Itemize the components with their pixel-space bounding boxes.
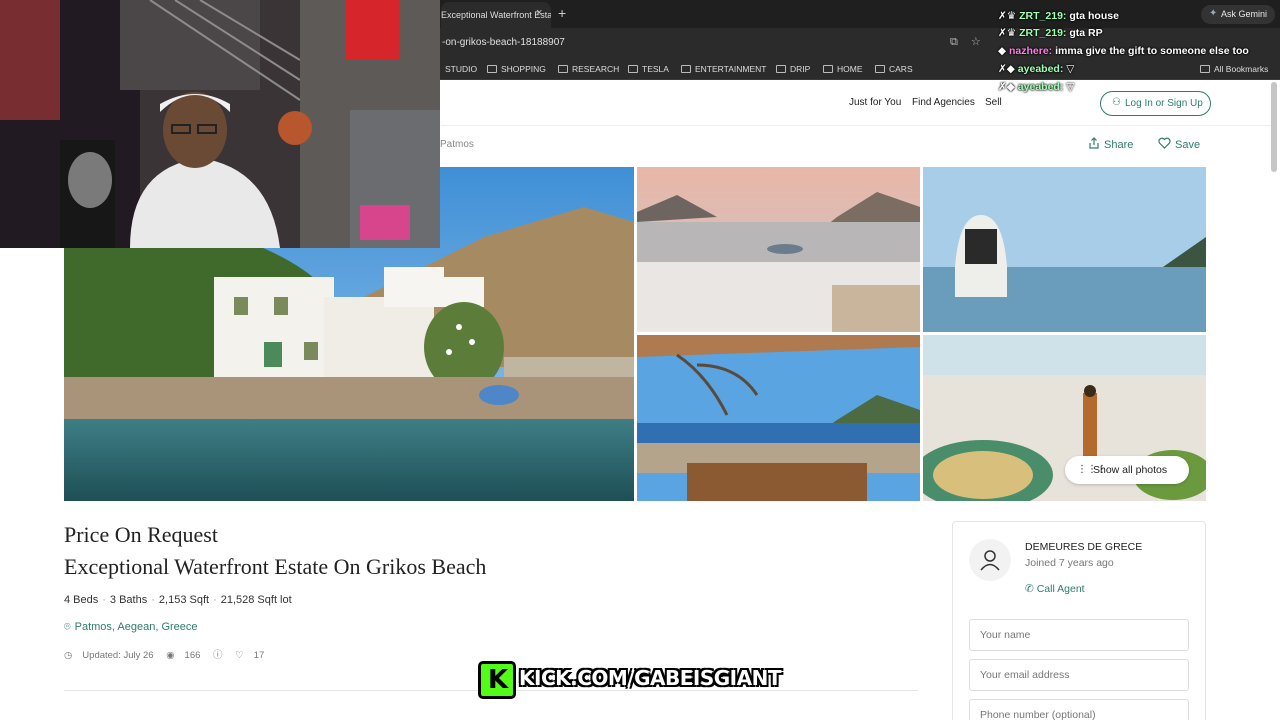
chat-username: ZRT_219: — [1019, 10, 1067, 22]
heart-icon — [1158, 137, 1171, 149]
chat-text: gta RP — [1069, 27, 1103, 39]
badge-icon: ✗◆ — [998, 81, 1018, 93]
baths: 3 Baths — [109, 594, 148, 606]
folder-icon — [558, 65, 568, 73]
kick-watermark: K KICK.COM/GABEISGIANT — [474, 657, 782, 703]
folder-icon — [875, 65, 885, 73]
like-count: 17 — [253, 650, 265, 661]
heart-icon: ♡ — [235, 650, 244, 661]
view-count: 166 — [184, 650, 201, 661]
nav-find-agencies[interactable]: Find Agencies — [912, 97, 975, 108]
folder-icon — [776, 65, 786, 73]
badge-icon: ◆ — [998, 45, 1009, 57]
share-icon — [1089, 137, 1099, 149]
chat-username: ayeabed: — [1017, 63, 1064, 75]
listing-price: Price On Request — [64, 522, 218, 547]
webcam-overlay — [0, 0, 440, 248]
listing-location-link[interactable]: ⌾ Patmos, Aegean, Greece — [64, 621, 198, 634]
tab-title: Exceptional Waterfront Esta — [441, 10, 551, 20]
chat-message: ✗♛ ZRT_219: gta house — [998, 10, 1119, 22]
kick-url-text: KICK.COM/GABEISGIANT — [519, 666, 781, 690]
breadcrumb[interactable]: Patmos — [440, 139, 474, 150]
bookmark-cars[interactable]: CARS — [875, 64, 913, 74]
grid-icon: ⋮⋮⋮ — [1077, 464, 1107, 475]
separator: · — [102, 594, 106, 606]
email-input[interactable]: Your email address — [969, 659, 1189, 691]
nav-just-for-you[interactable]: Just for You — [849, 97, 901, 108]
photo-terrace[interactable] — [637, 335, 920, 501]
header-divider — [441, 125, 1271, 126]
install-app-icon[interactable]: ⧉ — [950, 36, 958, 48]
chat-message: ✗◆ ayeabed: ▽ — [998, 63, 1074, 75]
badge-icon: ✗♛ — [998, 27, 1020, 39]
bookmark-entertainment[interactable]: ENTERTAINMENT — [681, 64, 766, 74]
close-tab-icon[interactable]: × — [536, 7, 542, 19]
show-all-photos-button[interactable]: ⋮⋮⋮ Show all photos — [1065, 456, 1189, 484]
clock-icon: ◷ — [64, 650, 73, 661]
folder-icon — [487, 65, 497, 73]
emote-icon: ▽ — [1066, 63, 1075, 75]
photo-sea-view[interactable] — [923, 167, 1206, 332]
chat-username: ZRT_219: — [1019, 27, 1067, 39]
bookmark-star-icon[interactable]: ☆ — [971, 36, 981, 48]
share-label: Share — [1104, 139, 1134, 151]
bookmark-research[interactable]: RESEARCH — [558, 64, 619, 74]
listing-title: Exceptional Waterfront Estate On Grikos … — [64, 554, 487, 579]
listing-meta: ◷ Updated: July 26 ◉ 166 ⓘ ♡ 17 — [64, 647, 274, 661]
chat-text: imma give the gift to someone else too — [1055, 45, 1249, 57]
bookmark-tesla[interactable]: TESLA — [628, 64, 669, 74]
kick-logo-icon: K — [478, 661, 516, 699]
address-bar-actions: ⧉ ☆ — [950, 35, 991, 49]
map-pin-icon: ⌾ — [64, 621, 71, 633]
folder-icon — [628, 65, 638, 73]
bookmark-home[interactable]: HOME — [823, 64, 863, 74]
save-button[interactable]: Save — [1158, 137, 1200, 151]
share-button[interactable]: Share — [1088, 137, 1133, 151]
chat-message: ✗◆ ayeabed: ▽ — [998, 81, 1074, 93]
new-tab-icon[interactable]: + — [558, 5, 566, 21]
emote-icon: ▽ — [1066, 81, 1075, 93]
phone-icon: ✆ — [1025, 583, 1037, 595]
agent-avatar — [969, 539, 1011, 581]
lot-size: 21,528 Sqft lot — [220, 594, 292, 606]
sqft: 2,153 Sqft — [158, 594, 210, 606]
agency-joined: Joined 7 years ago — [1025, 557, 1114, 569]
bookmark-studio[interactable]: STUDIO — [445, 64, 477, 74]
chat-message: ◆ nazhere: imma give the gift to someone… — [998, 45, 1249, 57]
user-icon — [980, 550, 1000, 571]
chat-message: ✗♛ ZRT_219: gta RP — [998, 27, 1103, 39]
screen: Exceptional Waterfront Esta × + ✦ Ask Ge… — [0, 0, 1280, 720]
call-agent-button[interactable]: ✆ Call Agent — [1025, 583, 1085, 595]
beds: 4 Beds — [64, 594, 99, 606]
name-input[interactable]: Your name — [969, 619, 1189, 651]
url-input[interactable]: -on-grikos-beach-18188907 — [442, 37, 565, 48]
badge-icon: ✗♛ — [998, 10, 1020, 22]
location-label: Patmos, Aegean, Greece — [74, 621, 198, 633]
folder-icon — [681, 65, 691, 73]
listing-facts: 4 Beds · 3 Baths · 2,153 Sqft · 21,528 Sqft lo… — [64, 594, 292, 606]
chat-username: nazhere: — [1009, 45, 1053, 57]
updated-date: Updated: July 26 — [82, 650, 154, 661]
photo-beach-sunset[interactable] — [637, 167, 920, 332]
phone-input[interactable]: Phone number (optional) — [969, 699, 1189, 720]
eye-icon: ◉ — [166, 650, 175, 661]
chat-text: gta house — [1069, 10, 1119, 22]
bookmark-drip[interactable]: DRIP — [776, 64, 810, 74]
stream-chat-overlay: ✗♛ ZRT_219: gta house ✗♛ ZRT_219: gta RP… — [998, 0, 1280, 115]
agency-name[interactable]: DEMEURES DE GRECE — [1025, 541, 1142, 553]
separator: · — [151, 594, 155, 606]
browser-tab[interactable]: Exceptional Waterfront Esta — [441, 2, 551, 28]
info-icon[interactable]: ⓘ — [213, 650, 223, 661]
badge-icon: ✗◆ — [998, 63, 1018, 75]
chat-username: ayeabed: — [1017, 81, 1064, 93]
call-agent-label: Call Agent — [1036, 583, 1085, 595]
separator: · — [213, 594, 217, 606]
bookmark-shopping[interactable]: SHOPPING — [487, 64, 546, 74]
save-label: Save — [1175, 139, 1201, 151]
folder-icon — [823, 65, 833, 73]
